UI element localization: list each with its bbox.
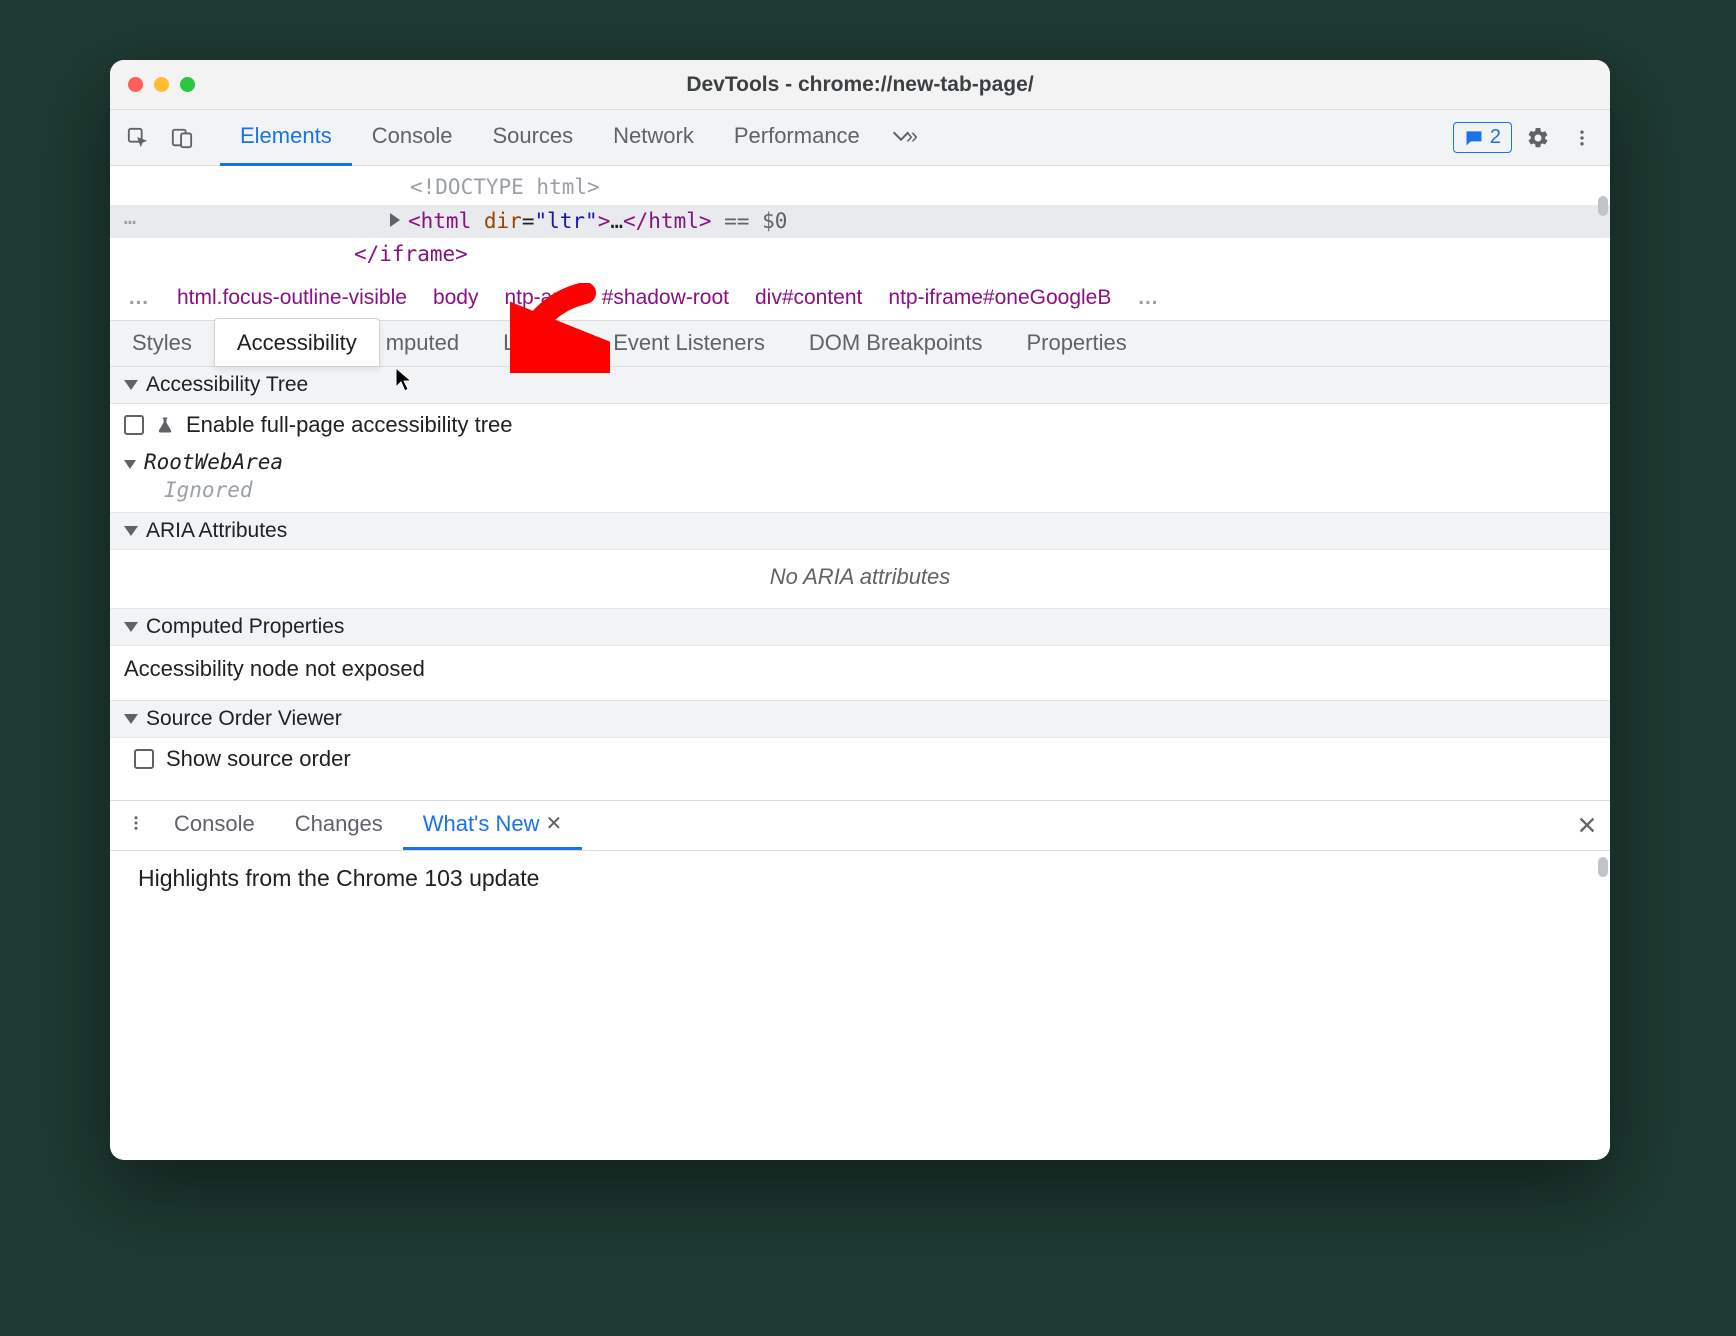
no-aria-text: No ARIA attributes	[110, 550, 1610, 608]
drawer-tab-console[interactable]: Console	[154, 801, 275, 850]
subtab-dombreakpoints[interactable]: DOM Breakpoints	[787, 321, 1005, 366]
subtab-styles[interactable]: Styles	[110, 321, 214, 366]
window-title: DevTools - chrome://new-tab-page/	[110, 73, 1610, 97]
section-title: ARIA Attributes	[146, 519, 287, 543]
dom-line-html[interactable]: <html dir="ltr">…</html> == $0	[110, 205, 1610, 239]
breadcrumb-overflow-right[interactable]: …	[1137, 286, 1160, 310]
section-title: Source Order Viewer	[146, 707, 342, 731]
issues-count: 2	[1490, 126, 1501, 149]
dom-line-doctype[interactable]: <!DOCTYPE html>	[110, 171, 1610, 205]
dom-gutter-ellipsis[interactable]: ⋯	[110, 166, 150, 280]
sidebar-tabs: Styles Accessibility mputed Layout Event…	[110, 321, 1610, 367]
checkbox-enable-fullpage-tree[interactable]	[124, 415, 144, 435]
device-toolbar-icon[interactable]	[164, 120, 200, 156]
crumb-shadow[interactable]: #shadow-root	[602, 286, 729, 310]
more-menu-icon[interactable]	[1564, 120, 1600, 156]
inspect-element-icon[interactable]	[120, 120, 156, 156]
subtab-properties[interactable]: Properties	[1004, 321, 1148, 366]
drawer-more-icon[interactable]	[118, 812, 154, 838]
tree-ignored[interactable]: Ignored	[110, 476, 1610, 512]
crumb-iframe[interactable]: ntp-iframe#oneGoogleB	[888, 286, 1111, 310]
subtab-layout[interactable]: Layout	[481, 321, 591, 366]
titlebar: DevTools - chrome://new-tab-page/	[110, 60, 1610, 110]
issues-badge[interactable]: 2	[1453, 122, 1512, 153]
drawer-tab-changes[interactable]: Changes	[275, 801, 403, 850]
close-window-button[interactable]	[128, 77, 143, 92]
whatsnew-headline: Highlights from the Chrome 103 update	[138, 865, 539, 891]
section-title: Computed Properties	[146, 615, 344, 639]
drawer-body: Highlights from the Chrome 103 update	[110, 851, 1610, 932]
experiment-flask-icon	[156, 414, 174, 436]
drawer-close-icon[interactable]	[1576, 801, 1598, 850]
tab-console[interactable]: Console	[352, 110, 473, 166]
disclosure-triangle-icon	[124, 714, 138, 724]
traffic-lights	[128, 77, 195, 92]
crumb-ntpapp[interactable]: ntp-app	[504, 286, 575, 310]
drawer-tab-label: What's New	[423, 811, 540, 837]
tree-root-web-area[interactable]: RootWebArea	[110, 446, 1610, 476]
checkbox-show-source-order[interactable]	[134, 749, 154, 769]
row-enable-fullpage-tree: Enable full-page accessibility tree	[110, 404, 1610, 446]
dom-tree[interactable]: ⋯ <!DOCTYPE html> <html dir="ltr">…</htm…	[110, 166, 1610, 280]
disclosure-triangle-icon	[124, 622, 138, 632]
close-tab-icon[interactable]: ✕	[545, 811, 562, 836]
dom-line-iframe-close[interactable]: </iframe>	[110, 238, 1610, 272]
accessibility-panel: Accessibility Tree Enable full-page acce…	[110, 367, 1610, 780]
tab-elements[interactable]: Elements	[220, 110, 352, 166]
breadcrumb-overflow-left[interactable]: …	[128, 286, 151, 310]
disclosure-triangle-icon	[124, 460, 136, 469]
row-show-source-order: Show source order	[110, 738, 1610, 780]
crumb-body[interactable]: body	[433, 286, 479, 310]
subtab-eventlisteners[interactable]: Event Listeners	[591, 321, 787, 366]
main-toolbar: Elements Console Sources Network Perform…	[110, 110, 1610, 166]
disclosure-triangle-icon	[124, 380, 138, 390]
subtab-accessibility[interactable]: Accessibility	[214, 318, 380, 366]
crumb-html[interactable]: html.focus-outline-visible	[177, 286, 407, 310]
section-source-order[interactable]: Source Order Viewer	[110, 700, 1610, 738]
minimize-window-button[interactable]	[154, 77, 169, 92]
drawer: Console Changes What's New ✕ Highlights …	[110, 800, 1610, 932]
section-accessibility-tree[interactable]: Accessibility Tree	[110, 367, 1610, 404]
tab-performance[interactable]: Performance	[714, 110, 880, 166]
tabs-overflow-icon[interactable]: »	[880, 110, 928, 166]
disclosure-triangle-icon	[124, 526, 138, 536]
drawer-scrollbar-thumb[interactable]	[1598, 857, 1608, 877]
section-title: Accessibility Tree	[146, 373, 308, 397]
devtools-window: DevTools - chrome://new-tab-page/ Elemen…	[110, 60, 1610, 1160]
tab-network[interactable]: Network	[593, 110, 714, 166]
drawer-tabs: Console Changes What's New ✕	[110, 801, 1610, 851]
label-show-source-order: Show source order	[166, 746, 351, 772]
section-computed-properties[interactable]: Computed Properties	[110, 608, 1610, 646]
dom-scrollbar-thumb[interactable]	[1598, 196, 1608, 216]
drawer-tab-whatsnew[interactable]: What's New ✕	[403, 801, 582, 850]
computed-not-exposed: Accessibility node not exposed	[110, 646, 1610, 700]
panel-tabs: Elements Console Sources Network Perform…	[220, 110, 928, 166]
zoom-window-button[interactable]	[180, 77, 195, 92]
expand-triangle-icon[interactable]	[390, 213, 400, 227]
crumb-content[interactable]: div#content	[755, 286, 862, 310]
settings-gear-icon[interactable]	[1520, 120, 1556, 156]
tab-sources[interactable]: Sources	[472, 110, 593, 166]
section-aria-attributes[interactable]: ARIA Attributes	[110, 512, 1610, 550]
label-enable-fullpage-tree: Enable full-page accessibility tree	[186, 412, 513, 438]
breadcrumb: … html.focus-outline-visible body ntp-ap…	[110, 280, 1610, 321]
subtab-computed[interactable]: mputed	[380, 321, 481, 366]
